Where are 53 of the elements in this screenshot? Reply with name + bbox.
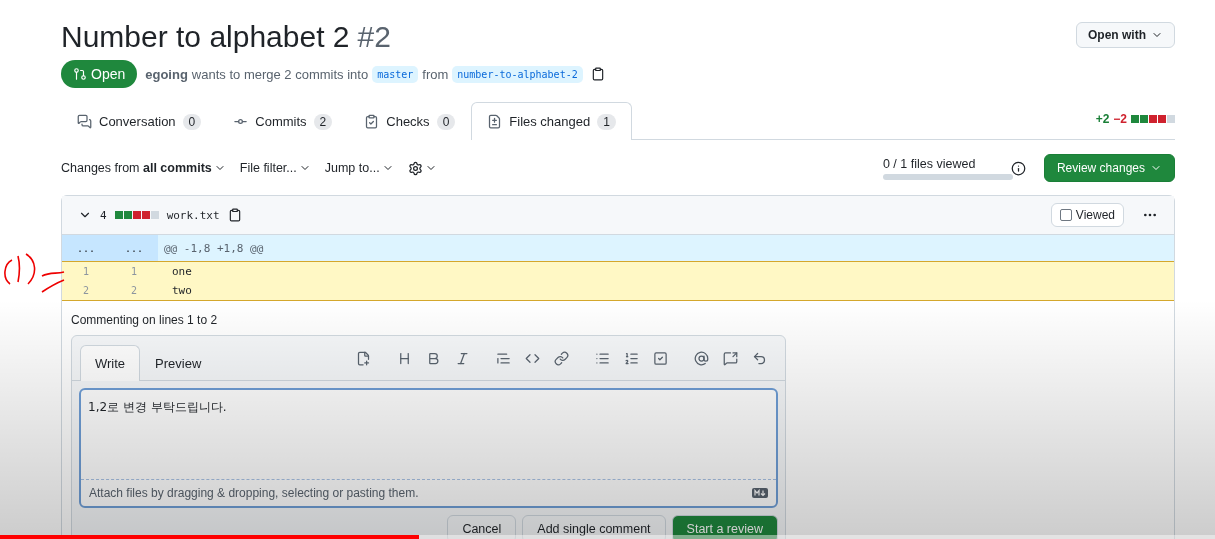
hunk-header: @@ -1,8 +1,8 @@ bbox=[163, 241, 265, 255]
file-name[interactable]: work.txt bbox=[166, 208, 220, 222]
base-branch[interactable]: master bbox=[372, 65, 419, 83]
undo-icon[interactable] bbox=[752, 350, 767, 366]
file-plus-icon[interactable] bbox=[356, 350, 371, 366]
editor-tab[interactable]: Write bbox=[80, 345, 141, 381]
pr-title: Number to alphabet 2 bbox=[61, 19, 350, 55]
bullet-list-icon[interactable] bbox=[595, 350, 610, 366]
head-branch[interactable]: number-to-alphabet-2 bbox=[452, 65, 583, 83]
file-diff-icon bbox=[487, 114, 503, 129]
comment-input[interactable]: 1,2로 변경 부탁드립니다. bbox=[81, 390, 776, 480]
settings-dropdown[interactable] bbox=[407, 160, 437, 176]
from-text: from bbox=[422, 66, 449, 82]
review-changes-button[interactable]: Review changes bbox=[1043, 154, 1175, 182]
editor-tab[interactable]: Preview bbox=[140, 345, 217, 381]
checklist-icon bbox=[364, 114, 380, 129]
attach-hint: Attach files by dragging & dropping, selecting or pasting them. bbox=[89, 486, 419, 500]
merge-summary: wants to merge 2 commits into bbox=[191, 66, 369, 82]
numbered-list-icon[interactable] bbox=[624, 350, 639, 366]
viewed-checkbox[interactable]: Viewed bbox=[1050, 203, 1124, 227]
commenting-caption: Commenting on lines 1 to 2 bbox=[70, 312, 219, 329]
info-icon[interactable] bbox=[1010, 160, 1026, 176]
changes-from-dropdown[interactable]: Changes from all commits bbox=[61, 161, 226, 175]
comment-action-button[interactable]: Add single comment bbox=[522, 515, 666, 539]
open-with-button[interactable]: Open with bbox=[1076, 22, 1175, 48]
additions-count: +2 bbox=[1095, 112, 1110, 126]
pr-author: egoing bbox=[145, 66, 188, 82]
file-filter-dropdown[interactable]: File filter... bbox=[239, 161, 311, 175]
video-progress-bar[interactable] bbox=[0, 535, 1215, 539]
copy-icon[interactable] bbox=[227, 208, 242, 222]
conversation-icon bbox=[77, 114, 92, 129]
quote-icon[interactable] bbox=[496, 350, 511, 366]
task-list-icon[interactable] bbox=[653, 350, 668, 366]
comment-action-button[interactable]: Cancel bbox=[447, 515, 517, 539]
markdown-icon bbox=[752, 488, 768, 498]
link-icon[interactable] bbox=[554, 350, 569, 366]
changes-count: 4 bbox=[100, 208, 107, 222]
comment-action-button[interactable]: Start a review bbox=[671, 515, 778, 539]
mention-icon[interactable] bbox=[694, 350, 709, 366]
settings-icon bbox=[407, 160, 423, 176]
open-state-badge: Open bbox=[61, 60, 138, 88]
reference-icon[interactable] bbox=[723, 350, 738, 366]
deletions-count: −2 bbox=[1113, 112, 1127, 126]
copy-icon[interactable] bbox=[590, 67, 605, 81]
italic-icon[interactable] bbox=[455, 350, 470, 366]
jump-to-dropdown[interactable]: Jump to... bbox=[324, 161, 394, 175]
expand-button[interactable]: ... bbox=[110, 235, 158, 261]
files-viewed-text: 0 / 1 files viewed bbox=[882, 156, 977, 171]
expand-button[interactable]: ... bbox=[62, 235, 110, 261]
heading-icon[interactable] bbox=[397, 350, 412, 366]
pr-number: #2 bbox=[357, 20, 391, 54]
bold-icon[interactable] bbox=[426, 350, 441, 366]
pr-tab[interactable]: Files changed 1 bbox=[471, 102, 632, 140]
